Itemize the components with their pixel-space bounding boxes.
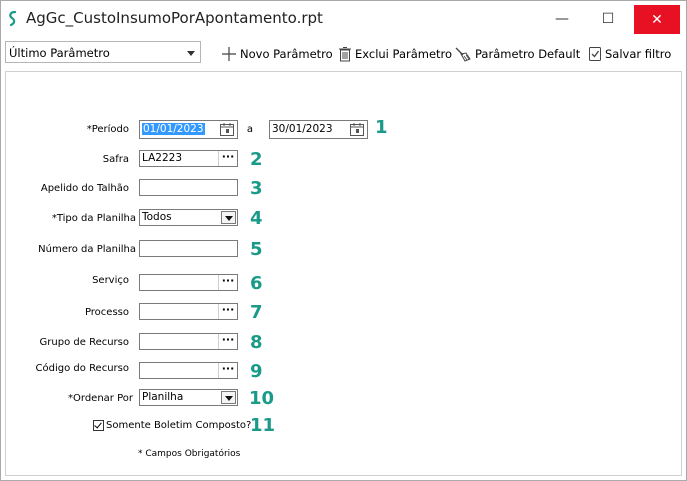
- default-parameter-label: Parâmetro Default: [475, 47, 581, 61]
- processo-input[interactable]: ···: [139, 303, 238, 320]
- boletim-composto-label: Somente Boletim Composto?: [106, 420, 252, 431]
- period-separator: a: [246, 124, 254, 135]
- grupo-lookup-button[interactable]: ···: [218, 334, 237, 349]
- app-logo-icon: [9, 10, 17, 27]
- step-number-4: 4: [250, 208, 263, 229]
- period-to-input[interactable]: 30/01/2023: [269, 120, 368, 139]
- calendar-icon[interactable]: [350, 123, 364, 136]
- close-button[interactable]: ✕: [634, 5, 680, 34]
- new-parameter-button[interactable]: Novo Parâmetro: [221, 45, 333, 63]
- required-fields-note: * Campos Obrigatórios: [138, 449, 241, 459]
- step-number-9: 9: [250, 361, 263, 382]
- safra-label: Safra: [102, 154, 129, 165]
- servico-lookup-button[interactable]: ···: [218, 275, 237, 290]
- close-icon: ✕: [651, 11, 663, 28]
- safra-input[interactable]: LA2223 ···: [139, 150, 238, 167]
- safra-lookup-button[interactable]: ···: [218, 151, 237, 166]
- servico-input[interactable]: ···: [139, 274, 238, 291]
- period-label: *Período: [86, 124, 129, 135]
- apelido-label: Apelido do Talhão: [40, 183, 129, 194]
- boletim-composto-checkbox[interactable]: [93, 420, 104, 431]
- plus-icon: [222, 47, 236, 61]
- apelido-input[interactable]: [139, 179, 238, 196]
- numero-label: Número da Planilha: [38, 244, 136, 255]
- grupo-input[interactable]: ···: [139, 333, 238, 350]
- period-to-value: 30/01/2023: [272, 123, 333, 135]
- tipo-value: Todos: [142, 211, 172, 223]
- step-number-10: 10: [249, 388, 275, 409]
- trash-icon: [339, 47, 351, 62]
- processo-label: Processo: [84, 307, 129, 318]
- step-number-3: 3: [250, 178, 263, 199]
- step-number-1: 1: [375, 117, 388, 138]
- parameter-select[interactable]: Último Parâmetro: [5, 41, 201, 63]
- codigo-lookup-button[interactable]: ···: [218, 363, 237, 378]
- step-number-5: 5: [250, 239, 263, 260]
- processo-lookup-button[interactable]: ···: [218, 304, 237, 319]
- grupo-label: Grupo de Recurso: [39, 337, 129, 348]
- title-bar[interactable]: AgGc_CustoInsumoPorApontamento.rpt — ☐ ✕: [1, 1, 686, 37]
- period-from-input[interactable]: 01/01/2023: [139, 120, 238, 139]
- ordenar-select[interactable]: Planilha: [139, 389, 238, 406]
- delete-parameter-button[interactable]: Exclui Parâmetro: [338, 45, 452, 63]
- save-filter-label: Salvar filtro: [605, 47, 672, 61]
- step-number-2: 2: [250, 149, 263, 170]
- save-filter-button[interactable]: Salvar filtro: [588, 45, 671, 63]
- step-number-6: 6: [250, 273, 263, 294]
- numero-input[interactable]: [139, 240, 238, 257]
- chevron-down-icon[interactable]: [221, 211, 236, 224]
- minimize-icon: —: [555, 11, 569, 27]
- chevron-down-icon[interactable]: [221, 391, 236, 404]
- delete-parameter-label: Exclui Parâmetro: [355, 47, 453, 61]
- tipo-select[interactable]: Todos: [139, 209, 238, 226]
- tipo-label: *Tipo da Planilha: [51, 213, 136, 224]
- codigo-label: Código do Recurso: [35, 363, 129, 374]
- save-filter-icon: [589, 47, 601, 61]
- maximize-icon: ☐: [601, 11, 615, 27]
- report-window: AgGc_CustoInsumoPorApontamento.rpt — ☐ ✕…: [0, 0, 687, 481]
- calendar-icon[interactable]: [220, 123, 234, 136]
- maximize-button[interactable]: ☐: [585, 1, 631, 37]
- toolbar: Último Parâmetro Novo Parâmetro Exclui P…: [1, 37, 686, 69]
- broom-icon: [455, 47, 471, 62]
- parameter-select-value: Último Parâmetro: [9, 46, 110, 60]
- safra-value: LA2223: [142, 152, 182, 164]
- servico-label: Serviço: [92, 275, 129, 286]
- window-title: AgGc_CustoInsumoPorApontamento.rpt: [26, 9, 323, 27]
- minimize-button[interactable]: —: [539, 1, 585, 37]
- step-number-8: 8: [250, 332, 263, 353]
- new-parameter-label: Novo Parâmetro: [240, 47, 333, 61]
- ordenar-value: Planilha: [142, 391, 184, 403]
- codigo-input[interactable]: ···: [139, 362, 238, 379]
- step-number-7: 7: [250, 302, 263, 323]
- default-parameter-button[interactable]: Parâmetro Default: [454, 45, 580, 63]
- chevron-down-icon: [187, 51, 195, 56]
- step-number-11: 11: [250, 415, 276, 436]
- ordenar-label: *Ordenar Por: [68, 393, 133, 404]
- period-from-value: 01/01/2023: [142, 123, 205, 135]
